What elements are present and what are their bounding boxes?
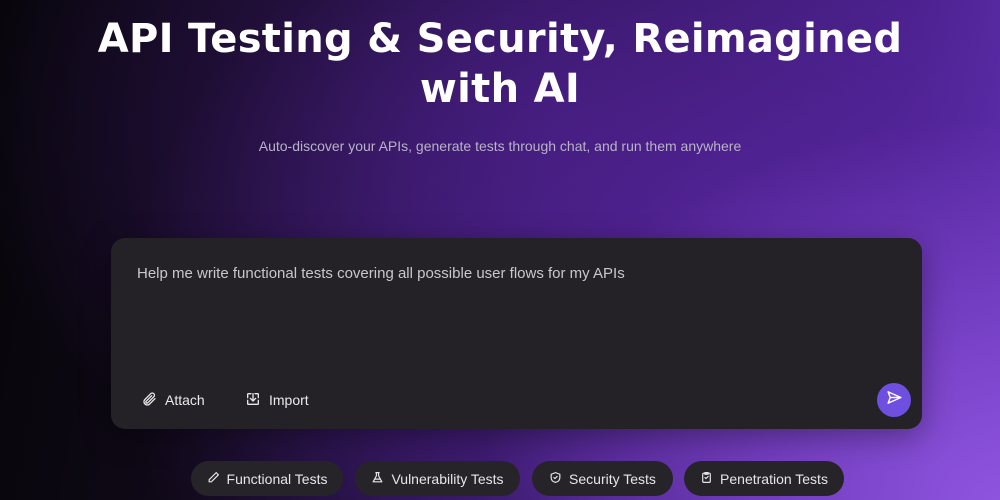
hero-title-line-1: API Testing & Security, Reimagined bbox=[97, 16, 903, 62]
send-icon bbox=[886, 389, 903, 411]
attach-button[interactable]: Attach bbox=[131, 384, 215, 416]
chip-label: Security Tests bbox=[569, 470, 656, 487]
flask-icon bbox=[371, 471, 384, 487]
send-button[interactable] bbox=[877, 383, 911, 417]
chip-label: Penetration Tests bbox=[720, 470, 828, 487]
import-label: Import bbox=[269, 392, 309, 408]
hero-title-line-2: with AI bbox=[419, 66, 581, 112]
chip-security-tests[interactable]: Security Tests bbox=[532, 461, 673, 496]
chip-penetration-tests[interactable]: Penetration Tests bbox=[684, 461, 844, 496]
attach-label: Attach bbox=[165, 392, 205, 408]
chip-vulnerability-tests[interactable]: Vulnerability Tests bbox=[355, 461, 520, 496]
chat-input[interactable]: Help me write functional tests covering … bbox=[137, 264, 877, 364]
chip-functional-tests[interactable]: Functional Tests bbox=[191, 461, 343, 496]
chip-label: Vulnerability Tests bbox=[391, 470, 504, 487]
clipboard-icon bbox=[700, 471, 713, 487]
shield-icon bbox=[549, 471, 562, 487]
chat-composer: Help me write functional tests covering … bbox=[111, 238, 922, 429]
import-icon bbox=[245, 391, 261, 410]
hero-title: API Testing & Security, Reimagined with … bbox=[0, 14, 1000, 114]
chip-label: Functional Tests bbox=[226, 470, 328, 487]
import-button[interactable]: Import bbox=[235, 384, 319, 416]
pencil-icon bbox=[207, 471, 220, 487]
paperclip-icon bbox=[141, 391, 157, 410]
hero-subtitle: Auto-discover your APIs, generate tests … bbox=[258, 138, 742, 154]
